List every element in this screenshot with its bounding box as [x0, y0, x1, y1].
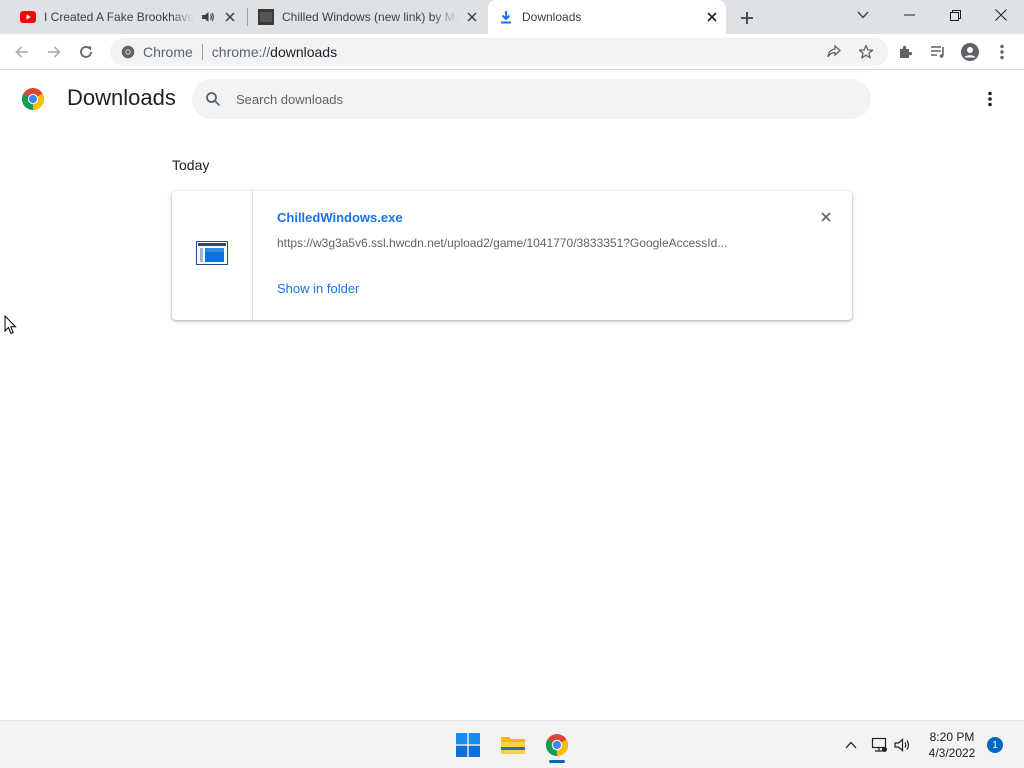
profile-avatar-icon[interactable] — [956, 38, 984, 66]
media-control-icon[interactable] — [924, 38, 952, 66]
page-title: Downloads — [67, 85, 176, 110]
clock-time: 8:20 PM — [929, 730, 975, 744]
tab-title: Chilled Windows (new link) by Maxi... — [282, 10, 458, 24]
mouse-cursor-icon — [4, 314, 18, 335]
tab-title: Downloads — [522, 10, 582, 24]
windows-taskbar: 8:20 PM 4/3/2022 1 — [0, 720, 1024, 768]
section-date-heading: Today — [172, 157, 210, 173]
address-bar[interactable]: Chrome chrome://downloads — [110, 38, 888, 66]
chrome-site-icon — [120, 44, 136, 60]
tab-chilled-windows[interactable]: Chilled Windows (new link) by Maxi... — [250, 0, 486, 34]
bookmark-star-icon[interactable] — [852, 38, 880, 66]
reload-button[interactable] — [72, 38, 100, 66]
notification-badge[interactable]: 1 — [987, 737, 1003, 753]
search-downloads-box[interactable] — [192, 79, 871, 119]
start-button[interactable] — [452, 729, 484, 761]
url-host: downloads — [270, 44, 338, 60]
minimize-button[interactable] — [886, 0, 932, 30]
omnibox-separator — [201, 44, 203, 60]
tab-search-button[interactable] — [840, 0, 886, 30]
search-icon — [204, 90, 222, 108]
share-icon[interactable] — [820, 38, 848, 66]
close-window-button[interactable] — [978, 0, 1024, 30]
url-scheme: chrome:// — [211, 44, 271, 60]
clock-date: 4/3/2022 — [928, 746, 976, 760]
tab-title: I Created A Fake Brookhaven Rap... — [44, 10, 194, 24]
show-in-folder-link[interactable]: Show in folder — [277, 281, 359, 296]
downloads-menu-icon[interactable] — [978, 87, 1002, 111]
download-item: ChilledWindows.exe https://w3g3a5v6.ssl.… — [172, 191, 852, 320]
volume-icon[interactable] — [893, 735, 913, 755]
downloads-header: Downloads — [0, 71, 1024, 127]
close-icon[interactable] — [704, 9, 720, 25]
file-source-url[interactable]: https://w3g3a5v6.ssl.hwcdn.net/upload2/g… — [277, 236, 777, 250]
download-icon — [498, 9, 514, 25]
game-thumbnail-icon — [258, 9, 274, 25]
youtube-icon — [20, 9, 36, 25]
forward-button[interactable] — [40, 38, 68, 66]
chrome-menu-icon[interactable] — [988, 38, 1016, 66]
tab-downloads[interactable]: Downloads — [488, 0, 726, 34]
file-explorer-icon[interactable] — [497, 729, 529, 761]
tab-separator — [247, 8, 248, 26]
file-icon-column — [172, 191, 253, 320]
remove-download-button[interactable] — [816, 207, 836, 227]
restore-button[interactable] — [932, 0, 978, 30]
back-button[interactable] — [8, 38, 36, 66]
taskbar-clock[interactable]: 8:20 PM 4/3/2022 — [920, 729, 984, 761]
speaker-icon[interactable] — [200, 9, 216, 25]
tab-youtube[interactable]: I Created A Fake Brookhaven Rap... — [12, 0, 244, 34]
search-downloads-input[interactable] — [236, 91, 836, 107]
new-tab-button[interactable] — [736, 7, 758, 29]
exe-file-icon — [196, 241, 228, 270]
network-icon[interactable] — [869, 735, 889, 755]
active-app-indicator — [549, 760, 565, 763]
file-name-link[interactable]: ChilledWindows.exe — [277, 210, 403, 225]
close-icon[interactable] — [464, 9, 480, 25]
browser-toolbar: Chrome chrome://downloads — [0, 34, 1024, 70]
chrome-logo-icon — [21, 87, 45, 111]
chevron-up-icon[interactable] — [841, 735, 861, 755]
site-label: Chrome — [143, 44, 193, 60]
chrome-taskbar-icon[interactable] — [541, 729, 573, 761]
close-icon[interactable] — [222, 9, 238, 25]
tab-strip: I Created A Fake Brookhaven Rap... Chill… — [0, 0, 1024, 34]
extensions-icon[interactable] — [892, 38, 920, 66]
